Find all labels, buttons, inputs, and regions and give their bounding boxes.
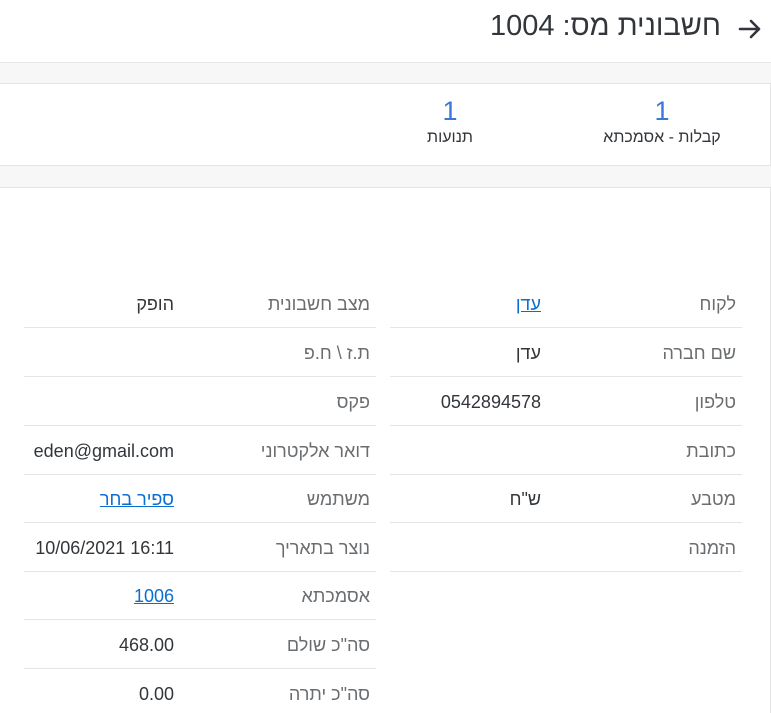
field-row-company: שם חברה עדן bbox=[390, 328, 742, 377]
field-value: ש"ח bbox=[509, 489, 541, 509]
field-label: טלפון bbox=[694, 392, 736, 412]
field-row-customer: לקוח עדן bbox=[390, 279, 742, 328]
arrow-right-icon[interactable] bbox=[735, 14, 765, 44]
field-value: עדן bbox=[515, 343, 541, 363]
tile-receipts-count: 1 bbox=[654, 96, 670, 126]
summary-tiles: 1 קבלות - אסמכתא 1 תנועות bbox=[0, 83, 771, 166]
field-row-address: כתובת bbox=[390, 426, 742, 475]
field-value: eden@gmail.com bbox=[33, 441, 174, 461]
tile-transactions-label: תנועות bbox=[427, 129, 473, 146]
tile-receipts[interactable]: 1 קבלות - אסמכתא bbox=[582, 84, 742, 147]
field-row-email: דואר אלקטרוני eden@gmail.com bbox=[24, 426, 376, 475]
user-link[interactable]: ספיר בחר bbox=[100, 489, 174, 510]
field-label: משתמש bbox=[306, 489, 370, 509]
field-label: דואר אלקטרוני bbox=[260, 441, 370, 461]
field-row-total-balance: סה"כ יתרה 0.00 bbox=[24, 669, 376, 713]
field-value: 10/06/2021 16:11 bbox=[35, 538, 174, 558]
separator-band bbox=[0, 62, 771, 84]
field-label: מטבע bbox=[691, 489, 736, 509]
invoice-details: לקוח עדן שם חברה עדן טלפון 0542894578 כת… bbox=[0, 187, 771, 713]
customer-link[interactable]: עדן bbox=[516, 294, 541, 315]
field-label: מצב חשבונית bbox=[267, 294, 370, 314]
field-label: פקס bbox=[336, 392, 370, 412]
field-value: 0.00 bbox=[138, 684, 174, 704]
field-value: 0542894578 bbox=[440, 392, 541, 412]
field-row-invoice-status: מצב חשבונית הופק bbox=[24, 279, 376, 328]
field-row-currency: מטבע ש"ח bbox=[390, 474, 742, 523]
field-row-fax: פקס bbox=[24, 377, 376, 426]
field-row-phone: טלפון 0542894578 bbox=[390, 377, 742, 426]
field-value: 468.00 bbox=[118, 635, 174, 655]
field-row-id-number: ת.ז \ ח.פ bbox=[24, 328, 376, 377]
tile-receipts-label: קבלות - אסמכתא bbox=[603, 129, 721, 146]
field-value: הופק bbox=[136, 294, 174, 314]
field-label: הזמנה bbox=[688, 538, 736, 558]
page-header: חשבונית מס: 1004 bbox=[0, 0, 771, 62]
field-label: אסמכתא bbox=[301, 586, 370, 606]
tile-transactions-count: 1 bbox=[442, 96, 458, 126]
field-row-reference: אסמכתא 1006 bbox=[24, 571, 376, 620]
field-label: לקוח bbox=[699, 294, 736, 314]
tile-transactions[interactable]: 1 תנועות bbox=[370, 84, 530, 147]
field-label: כתובת bbox=[686, 441, 736, 461]
field-row-created-date: נוצר בתאריך 10/06/2021 16:11 bbox=[24, 523, 376, 572]
field-label: נוצר בתאריך bbox=[275, 538, 370, 558]
page-title: חשבונית מס: 1004 bbox=[489, 10, 721, 42]
field-label: ת.ז \ ח.פ bbox=[303, 343, 370, 363]
field-row-user: משתמש ספיר בחר bbox=[24, 474, 376, 523]
field-label: סה"כ שולם bbox=[286, 635, 370, 655]
reference-link[interactable]: 1006 bbox=[134, 586, 174, 607]
field-label: סה"כ יתרה bbox=[288, 684, 370, 704]
field-row-total-paid: סה"כ שולם 468.00 bbox=[24, 620, 376, 669]
field-row-order: הזמנה bbox=[390, 523, 742, 572]
separator-band bbox=[0, 165, 771, 187]
field-label: שם חברה bbox=[662, 343, 736, 363]
